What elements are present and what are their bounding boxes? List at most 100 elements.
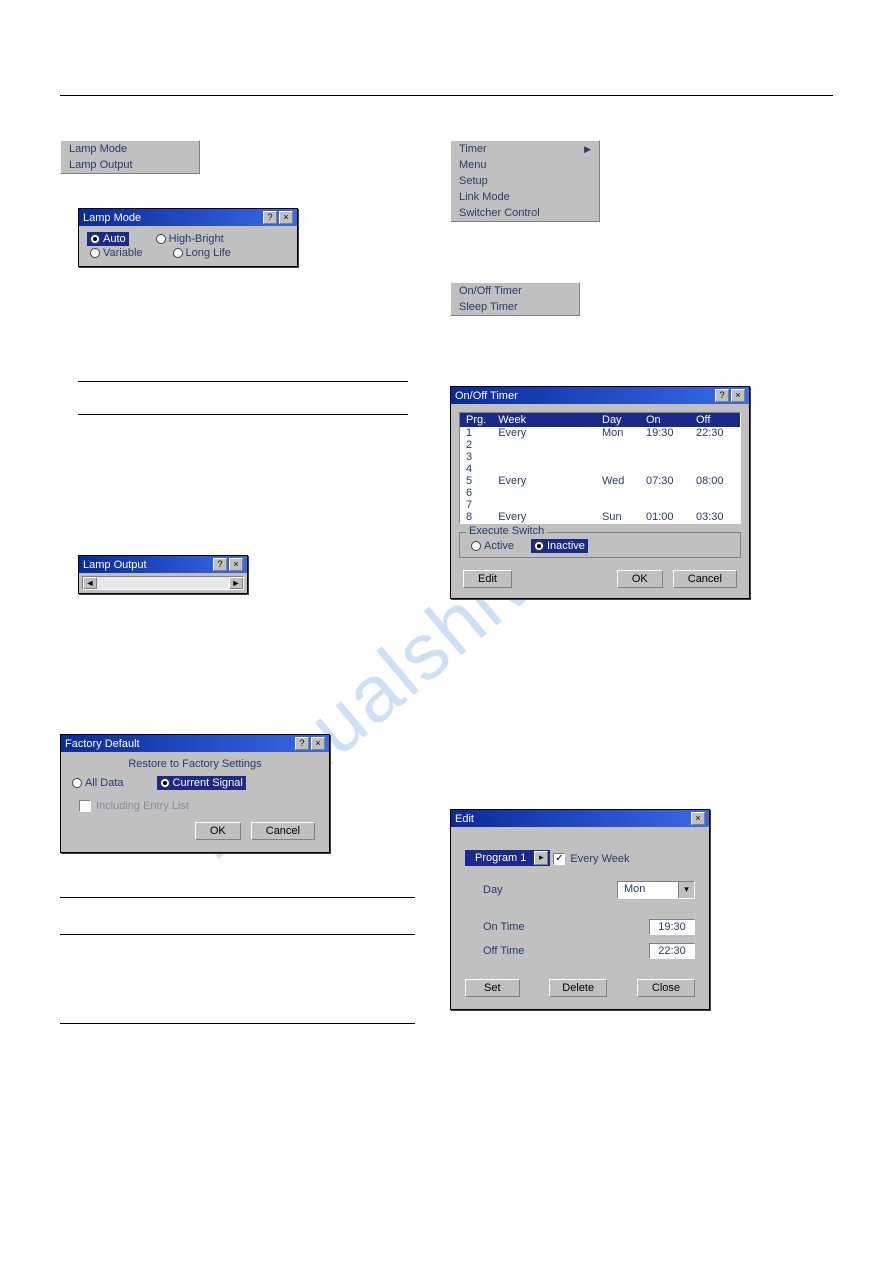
- radio-all-data[interactable]: All Data: [69, 776, 127, 790]
- timer-edit-title: Edit: [455, 813, 474, 825]
- check-every-week[interactable]: ✓ Every Week: [553, 853, 629, 865]
- timer-edit-titlebar: Edit ×: [451, 810, 709, 827]
- close-icon[interactable]: ×: [311, 737, 325, 750]
- radio-long-label: Long Life: [186, 247, 231, 259]
- cancel-button[interactable]: Cancel: [251, 822, 315, 840]
- off-time-field[interactable]: 22:30: [649, 943, 695, 959]
- close-button[interactable]: Close: [637, 979, 695, 997]
- cell-off: [690, 499, 740, 511]
- cell-day: [596, 463, 640, 475]
- cancel-button[interactable]: Cancel: [673, 570, 737, 588]
- cell-day: [596, 451, 640, 463]
- dropdown-arrow-icon[interactable]: ▸: [534, 851, 548, 865]
- radio-all-data-label: All Data: [85, 777, 124, 789]
- cell-off: [690, 451, 740, 463]
- table-row[interactable]: 2: [460, 439, 740, 451]
- menu-item-sleep-timer[interactable]: Sleep Timer: [451, 299, 579, 315]
- cell-off: 03:30: [690, 511, 740, 523]
- page-rule: [60, 95, 833, 96]
- day-combo[interactable]: Mon ▾: [617, 881, 695, 899]
- table-row[interactable]: 4: [460, 463, 740, 475]
- close-icon[interactable]: ×: [229, 558, 243, 571]
- help-icon[interactable]: ?: [213, 558, 227, 571]
- radio-inactive[interactable]: Inactive: [531, 539, 588, 553]
- cell-day: Sun: [596, 511, 640, 523]
- menu-item-lamp-output[interactable]: Lamp Output: [61, 157, 199, 173]
- menu-item-switcher-control[interactable]: Switcher Control: [451, 205, 599, 221]
- timer-program-list[interactable]: Prg. Week Day On Off 1EveryMon19:3022:30…: [459, 412, 741, 524]
- radio-variable[interactable]: Variable: [87, 246, 146, 260]
- set-button[interactable]: Set: [465, 979, 520, 997]
- projector-options-menu: Timer ▶ Menu Setup Link Mode Switcher Co…: [450, 140, 600, 222]
- on-time-label: On Time: [483, 921, 525, 933]
- lamp-output-slider[interactable]: ◄ ►: [82, 576, 244, 590]
- cell-off: [690, 463, 740, 475]
- factory-default-titlebar: Factory Default ? ×: [61, 735, 329, 752]
- timer-edit-dialog: Edit × Program 1 ▸ ✓ Every Week Day Mon …: [450, 809, 710, 1010]
- radio-inactive-label: Inactive: [547, 540, 585, 552]
- radio-high-bright[interactable]: High-Bright: [153, 232, 227, 246]
- cell-n: 1: [460, 427, 492, 439]
- menu-item-timer[interactable]: Timer ▶: [451, 141, 599, 157]
- table-row[interactable]: 7: [460, 499, 740, 511]
- cell-week: Every: [492, 475, 596, 487]
- on-time-field[interactable]: 19:30: [649, 919, 695, 935]
- lamp-output-dialog: Lamp Output ? × ◄ ►: [78, 555, 248, 594]
- table-row[interactable]: 6: [460, 487, 740, 499]
- radio-active[interactable]: Active: [468, 539, 517, 553]
- program-selector[interactable]: Program 1 ▸: [465, 850, 550, 866]
- close-icon[interactable]: ×: [731, 389, 745, 402]
- col-day: Day: [596, 413, 640, 427]
- slider-left-icon[interactable]: ◄: [83, 577, 97, 589]
- cell-week: [492, 439, 596, 451]
- menu-item-menu[interactable]: Menu: [451, 157, 599, 173]
- table-row[interactable]: 3: [460, 451, 740, 463]
- edit-button[interactable]: Edit: [463, 570, 512, 588]
- dropdown-arrow-icon[interactable]: ▾: [678, 882, 694, 898]
- radio-long-life[interactable]: Long Life: [170, 246, 234, 260]
- ok-button[interactable]: OK: [195, 822, 241, 840]
- help-icon[interactable]: ?: [263, 211, 277, 224]
- cell-on: [640, 487, 690, 499]
- day-value: Mon: [618, 882, 678, 898]
- close-icon[interactable]: ×: [691, 812, 705, 825]
- cell-n: 3: [460, 451, 492, 463]
- radio-auto[interactable]: Auto: [87, 232, 129, 246]
- divider: [60, 1023, 415, 1024]
- table-row[interactable]: 5EveryWed07:3008:00: [460, 475, 740, 487]
- menu-item-on-off-timer[interactable]: On/Off Timer: [451, 283, 579, 299]
- on-off-timer-title: On/Off Timer: [455, 390, 518, 402]
- cell-week: [492, 487, 596, 499]
- cell-on: [640, 451, 690, 463]
- divider: [78, 381, 408, 382]
- cell-week: Every: [492, 511, 596, 523]
- check-including-entry-list[interactable]: Including Entry List: [79, 800, 189, 812]
- close-icon[interactable]: ×: [279, 211, 293, 224]
- cell-n: 8: [460, 511, 492, 523]
- program-selector-label: Program 1: [467, 851, 534, 865]
- menu-item-setup[interactable]: Setup: [451, 173, 599, 189]
- table-row[interactable]: 8EverySun01:0003:30: [460, 511, 740, 523]
- help-icon[interactable]: ?: [715, 389, 729, 402]
- ok-button[interactable]: OK: [617, 570, 663, 588]
- col-prg: Prg.: [460, 413, 492, 427]
- cell-day: [596, 487, 640, 499]
- cell-n: 6: [460, 487, 492, 499]
- radio-current-signal[interactable]: Current Signal: [157, 776, 246, 790]
- cell-n: 2: [460, 439, 492, 451]
- cell-day: Wed: [596, 475, 640, 487]
- menu-item-lamp-mode[interactable]: Lamp Mode: [61, 141, 199, 157]
- on-off-timer-titlebar: On/Off Timer ? ×: [451, 387, 749, 404]
- col-week: Week: [492, 413, 596, 427]
- factory-default-subtitle: Restore to Factory Settings: [69, 758, 321, 770]
- submenu-arrow-icon: ▶: [584, 144, 591, 155]
- table-row[interactable]: 1EveryMon19:3022:30: [460, 427, 740, 439]
- delete-button[interactable]: Delete: [549, 979, 607, 997]
- slider-right-icon[interactable]: ►: [229, 577, 243, 589]
- radio-high-label: High-Bright: [169, 233, 224, 245]
- radio-current-signal-label: Current Signal: [173, 777, 243, 789]
- help-icon[interactable]: ?: [295, 737, 309, 750]
- lamp-output-titlebar: Lamp Output ? ×: [79, 556, 247, 573]
- menu-item-link-mode[interactable]: Link Mode: [451, 189, 599, 205]
- cell-on: [640, 439, 690, 451]
